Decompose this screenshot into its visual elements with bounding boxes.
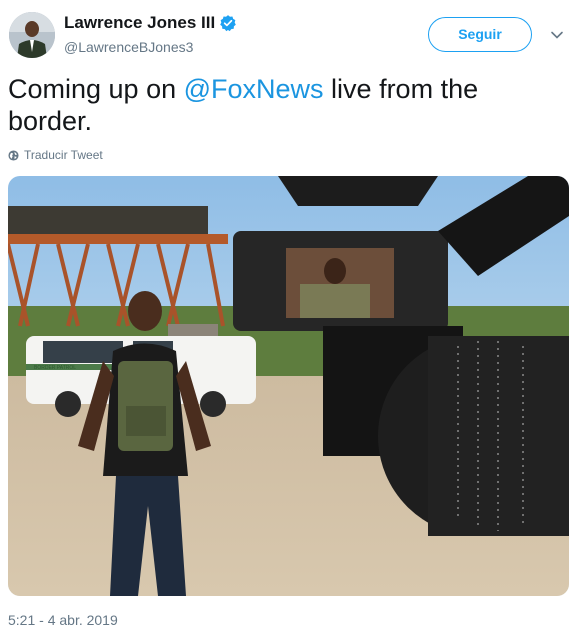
follow-button[interactable]: Seguir — [428, 17, 532, 52]
globe-icon — [8, 149, 19, 161]
tweet-text: Coming up on @FoxNews live from the bord… — [8, 74, 479, 136]
author-name[interactable]: Lawrence Jones III — [64, 13, 215, 33]
tweet-timestamp[interactable]: 5:21 - 4 abr. 2019 — [8, 612, 118, 628]
vehicle-text: BORDER PATROL — [34, 365, 76, 371]
avatar[interactable] — [9, 12, 55, 58]
translate-tweet-link[interactable]: Traducir Tweet — [8, 148, 103, 162]
tweet-media-photo[interactable]: BORDER PATROL — [8, 176, 569, 596]
verified-badge-icon — [220, 15, 236, 32]
author-name-row: Lawrence Jones III — [64, 13, 237, 33]
chevron-down-icon[interactable] — [550, 28, 564, 42]
author-handle[interactable]: @LawrenceBJones3 — [64, 39, 193, 55]
mention-link[interactable]: @FoxNews — [184, 74, 324, 104]
